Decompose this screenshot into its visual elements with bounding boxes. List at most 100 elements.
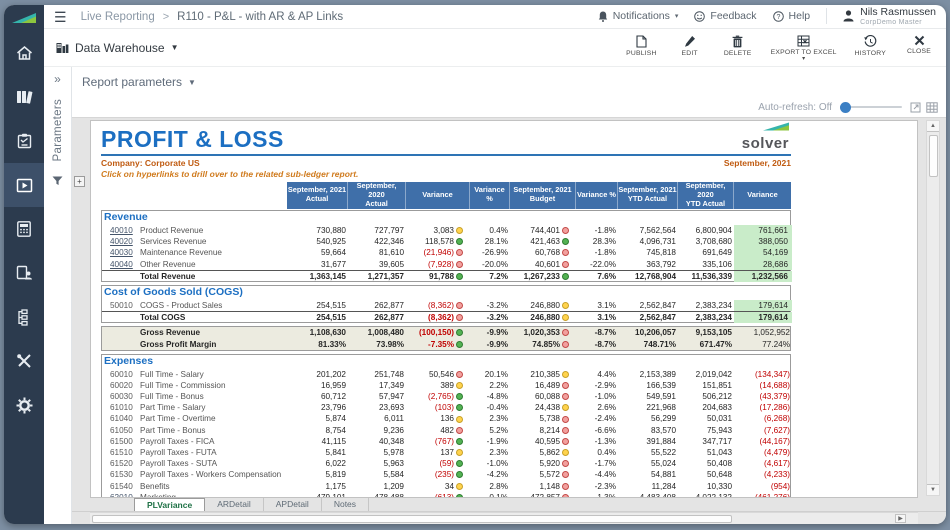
account-number: 60010 bbox=[102, 369, 140, 380]
report-parameters-toggle[interactable]: Report parameters ▼ bbox=[82, 75, 196, 89]
account-link[interactable]: 40030 bbox=[102, 247, 140, 258]
horizontal-scrollbar[interactable]: ▶ bbox=[90, 512, 918, 524]
sidebar-hierarchy-icon[interactable] bbox=[4, 295, 44, 339]
value-cell: 54,169 bbox=[734, 247, 792, 258]
scroll-up-button[interactable]: ▲ bbox=[927, 121, 939, 132]
table-row: 60030Full Time - Bonus60,71257,947(2,765… bbox=[102, 391, 790, 402]
account-number: 61530 bbox=[102, 469, 140, 480]
value-cell: 1,148 bbox=[510, 481, 562, 492]
value-cell: -8.7% bbox=[576, 327, 618, 338]
export-to-excel-button[interactable]: EXPORT TO EXCEL ▾ bbox=[771, 35, 837, 61]
value-cell: 40,601 bbox=[510, 259, 562, 270]
value-cell: 11,284 bbox=[618, 481, 678, 492]
sheet-tab-notes[interactable]: Notes bbox=[322, 498, 369, 511]
user-menu[interactable]: Nils Rasmussen CorpDemo Master bbox=[843, 7, 936, 26]
breadcrumb-root[interactable]: Live Reporting bbox=[81, 11, 155, 23]
data-source-dropdown[interactable]: Data Warehouse ▼ bbox=[56, 41, 179, 55]
value-cell: 34 bbox=[406, 481, 456, 492]
notifications-button[interactable]: Notifications ▾ bbox=[598, 10, 679, 22]
expand-panel-icon[interactable]: » bbox=[54, 73, 61, 85]
budget-indicator-cell bbox=[562, 391, 576, 402]
value-cell: 347,717 bbox=[678, 436, 734, 447]
account-number bbox=[102, 312, 140, 323]
column-header-7: September, 2020 YTD Actual bbox=[677, 182, 733, 209]
budget-indicator-cell bbox=[562, 369, 576, 380]
account-name: Total COGS bbox=[140, 312, 288, 323]
account-link[interactable]: 40020 bbox=[102, 236, 140, 247]
sheet-tab-apdetail[interactable]: APDetail bbox=[264, 498, 322, 511]
delete-button[interactable]: DELETE bbox=[723, 35, 753, 57]
account-name: Services Revenue bbox=[140, 236, 288, 247]
sidebar-doc-user-icon[interactable] bbox=[4, 251, 44, 295]
close-button[interactable]: CLOSE bbox=[904, 35, 934, 55]
filter-funnel-icon[interactable] bbox=[52, 173, 63, 191]
variance-indicator-cell bbox=[456, 369, 470, 380]
help-button[interactable]: ? Help bbox=[773, 10, 811, 22]
horizontal-scroll-thumb[interactable] bbox=[92, 515, 732, 523]
value-cell: 54,881 bbox=[618, 469, 678, 480]
value-cell: (6,268) bbox=[734, 413, 792, 424]
value-cell: 6,011 bbox=[348, 413, 406, 424]
open-in-window-icon[interactable] bbox=[910, 102, 921, 113]
table-row: 61530Payroll Taxes - Workers Compensatio… bbox=[102, 469, 790, 480]
value-cell: -2.9% bbox=[576, 380, 618, 391]
value-cell: 179,614 bbox=[734, 300, 792, 311]
red-status-dot bbox=[562, 249, 569, 256]
green-status-dot bbox=[456, 404, 463, 411]
value-cell: (103) bbox=[406, 402, 456, 413]
sidebar-library-icon[interactable] bbox=[4, 75, 44, 119]
menu-icon[interactable]: ☰ bbox=[54, 10, 67, 24]
feedback-button[interactable]: Feedback bbox=[694, 10, 756, 22]
outline-expand-button[interactable]: + bbox=[74, 176, 85, 187]
value-cell: 422,346 bbox=[348, 236, 406, 247]
history-button[interactable]: HISTORY bbox=[855, 35, 886, 57]
value-cell: 166,539 bbox=[618, 380, 678, 391]
account-link[interactable]: 40010 bbox=[102, 225, 140, 236]
sidebar-tools-icon[interactable] bbox=[4, 339, 44, 383]
edit-button[interactable]: EDIT bbox=[675, 35, 705, 57]
sheet-tab-ardetail[interactable]: ARDetail bbox=[205, 498, 264, 511]
value-cell: -4.8% bbox=[470, 391, 510, 402]
budget-indicator-cell bbox=[562, 312, 576, 323]
value-cell: 17,349 bbox=[348, 380, 406, 391]
value-cell: 50,546 bbox=[406, 369, 456, 380]
value-cell: 74.85% bbox=[510, 339, 562, 350]
slider-knob[interactable] bbox=[840, 102, 851, 113]
scroll-right-button[interactable]: ▶ bbox=[895, 514, 906, 523]
value-cell: 744,401 bbox=[510, 225, 562, 236]
vertical-scrollbar[interactable]: ▲ ▼ bbox=[926, 120, 940, 496]
sidebar-calculator-icon[interactable] bbox=[4, 207, 44, 251]
value-cell: 50,031 bbox=[678, 413, 734, 424]
yellow-status-dot bbox=[456, 227, 463, 234]
value-cell: 262,877 bbox=[348, 312, 406, 323]
value-cell: 2.2% bbox=[470, 380, 510, 391]
variance-indicator-cell bbox=[456, 481, 470, 492]
auto-refresh-slider[interactable] bbox=[840, 106, 902, 108]
value-cell: -1.0% bbox=[576, 391, 618, 402]
value-cell: -1.8% bbox=[576, 225, 618, 236]
sidebar-home-icon[interactable] bbox=[4, 31, 44, 75]
red-status-dot bbox=[456, 427, 463, 434]
value-cell: 730,880 bbox=[288, 225, 348, 236]
value-cell: 81.33% bbox=[288, 339, 348, 350]
grid-view-icon[interactable] bbox=[926, 102, 938, 113]
column-header-8: Variance bbox=[733, 182, 791, 209]
table-row: 40010Product Revenue730,880727,7973,0830… bbox=[102, 225, 790, 236]
sidebar-tasks-icon[interactable] bbox=[4, 119, 44, 163]
value-cell: -26.9% bbox=[470, 247, 510, 258]
value-cell: 210,385 bbox=[510, 369, 562, 380]
value-cell: (17,286) bbox=[734, 402, 792, 413]
report-toolbar: Data Warehouse ▼ PUBLISH EDIT DELETE bbox=[44, 29, 946, 67]
vertical-scroll-thumb[interactable] bbox=[929, 135, 938, 177]
account-name: Full Time - Commission bbox=[140, 380, 288, 391]
value-cell: 2,383,234 bbox=[678, 312, 734, 323]
value-cell: -4.2% bbox=[470, 469, 510, 480]
account-number: 61540 bbox=[102, 481, 140, 492]
sidebar-reports-icon[interactable] bbox=[4, 163, 44, 207]
account-link[interactable]: 40040 bbox=[102, 259, 140, 270]
sheet-tab-plvariance[interactable]: PLVariance bbox=[134, 498, 205, 511]
publish-button[interactable]: PUBLISH bbox=[626, 35, 657, 57]
sidebar-settings-gear-icon[interactable] bbox=[4, 383, 44, 427]
value-cell: 8,754 bbox=[288, 425, 348, 436]
scroll-down-button[interactable]: ▼ bbox=[927, 484, 939, 495]
